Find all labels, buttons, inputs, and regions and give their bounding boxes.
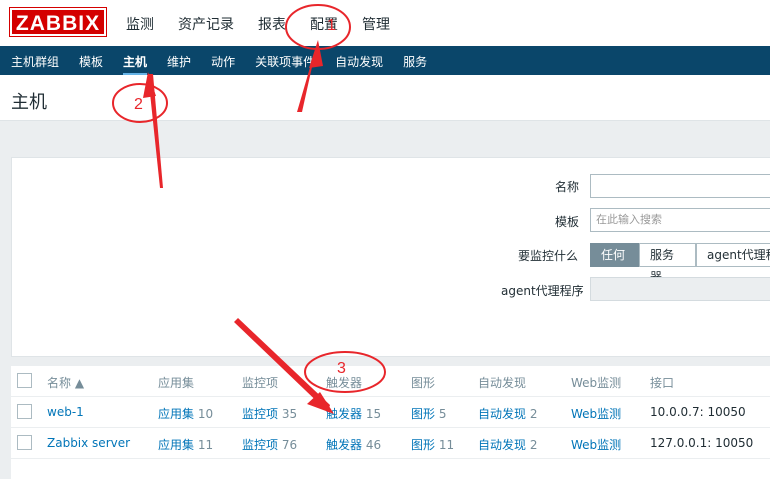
top-bar: ZABBIX 监测 资产记录 报表 配置 管理 bbox=[0, 0, 770, 46]
table-header-row: 名称 ▲ 应用集 监控项 触发器 图形 自动发现 Web监测 接口 bbox=[11, 366, 770, 397]
main-nav-administration[interactable]: 管理 bbox=[362, 14, 390, 34]
monitor-proxy-option[interactable]: agent代理程 bbox=[696, 243, 770, 267]
sub-nav-host-groups[interactable]: 主机群组 bbox=[11, 53, 59, 76]
monitor-server-option[interactable]: 服务器 bbox=[639, 243, 696, 284]
table-row: web-1 应用集 10 监控项 35 触发器 15 图形 5 自动发现 2 W… bbox=[11, 397, 770, 428]
sub-nav-services[interactable]: 服务 bbox=[403, 53, 427, 76]
discovery-count: 2 bbox=[529, 407, 538, 421]
items-link[interactable]: 监控项 bbox=[242, 407, 278, 421]
discovery-link[interactable]: 自动发现 bbox=[478, 407, 526, 421]
sub-nav-bar: 主机群组 模板 主机 维护 动作 关联项事件 自动发现 服务 bbox=[0, 46, 770, 76]
zabbix-logo[interactable]: ZABBIX bbox=[9, 7, 107, 37]
filter-name-input[interactable] bbox=[590, 174, 770, 198]
triggers-link[interactable]: 触发器 bbox=[326, 438, 362, 452]
graphs-count: 5 bbox=[438, 407, 447, 421]
triggers-count: 15 bbox=[365, 407, 382, 421]
col-triggers-header: 触发器 bbox=[326, 376, 363, 390]
discovery-link[interactable]: 自动发现 bbox=[478, 438, 526, 452]
filter-template-label: 模板 bbox=[555, 215, 580, 229]
col-discovery-header: 自动发现 bbox=[478, 376, 527, 390]
sub-nav: 主机群组 模板 主机 维护 动作 关联项事件 自动发现 服务 bbox=[11, 53, 447, 76]
row-checkbox[interactable] bbox=[17, 435, 32, 450]
filter-proxy-label: agent代理程序 bbox=[501, 284, 584, 298]
main-nav-monitoring[interactable]: 监测 bbox=[126, 14, 154, 34]
apps-link[interactable]: 应用集 bbox=[158, 438, 194, 452]
sub-nav-discovery[interactable]: 自动发现 bbox=[335, 53, 383, 76]
items-link[interactable]: 监控项 bbox=[242, 438, 278, 452]
main-nav-inventory[interactable]: 资产记录 bbox=[178, 14, 234, 34]
interface-value: 10.0.0.7: 10050 bbox=[650, 405, 746, 419]
col-apps-header: 应用集 bbox=[158, 376, 195, 390]
hosts-table: 名称 ▲ 应用集 监控项 触发器 图形 自动发现 Web监测 接口 web-1 … bbox=[11, 366, 770, 479]
row-checkbox[interactable] bbox=[17, 404, 32, 419]
graphs-count: 11 bbox=[438, 438, 455, 452]
filter-panel: 名称 模板 在此输入搜索 要监控什么 任何 服务器 agent代理程 agent… bbox=[11, 157, 770, 357]
graphs-link[interactable]: 图形 bbox=[411, 407, 435, 421]
col-interface-header: 接口 bbox=[650, 376, 675, 390]
col-web-header: Web监测 bbox=[571, 376, 622, 390]
web-link[interactable]: Web监测 bbox=[571, 436, 621, 453]
filter-monitor-label: 要监控什么 bbox=[518, 249, 579, 263]
filter-name-label: 名称 bbox=[555, 180, 580, 194]
items-count: 35 bbox=[281, 407, 298, 421]
sub-nav-maintenance[interactable]: 维护 bbox=[167, 53, 191, 76]
apps-link[interactable]: 应用集 bbox=[158, 407, 194, 421]
sub-nav-correlation[interactable]: 关联项事件 bbox=[255, 53, 315, 76]
interface-value: 127.0.0.1: 10050 bbox=[650, 436, 754, 450]
main-nav-configuration[interactable]: 配置 bbox=[310, 14, 338, 34]
select-all-checkbox[interactable] bbox=[17, 373, 32, 388]
triggers-count: 46 bbox=[365, 438, 382, 452]
apps-count: 11 bbox=[197, 438, 214, 452]
triggers-link[interactable]: 触发器 bbox=[326, 407, 362, 421]
col-items-header: 监控项 bbox=[242, 376, 279, 390]
host-name-link[interactable]: web-1 bbox=[47, 405, 84, 419]
sub-nav-templates[interactable]: 模板 bbox=[79, 53, 103, 76]
page-title: 主机 bbox=[11, 92, 47, 113]
filter-template-input[interactable]: 在此输入搜索 bbox=[590, 208, 770, 232]
discovery-count: 2 bbox=[529, 438, 538, 452]
sub-nav-hosts[interactable]: 主机 bbox=[123, 53, 148, 76]
filter-proxy-input[interactable] bbox=[590, 277, 770, 301]
monitor-any-option[interactable]: 任何 bbox=[590, 243, 639, 267]
col-graphs-header: 图形 bbox=[411, 376, 436, 390]
web-link[interactable]: Web监测 bbox=[571, 405, 621, 422]
page-header: 主机 bbox=[0, 75, 770, 121]
host-name-link[interactable]: Zabbix server bbox=[47, 436, 130, 450]
sub-nav-actions[interactable]: 动作 bbox=[211, 53, 235, 76]
apps-count: 10 bbox=[197, 407, 214, 421]
main-nav-reports[interactable]: 报表 bbox=[258, 14, 286, 34]
table-row: Zabbix server 应用集 11 监控项 76 触发器 46 图形 11… bbox=[11, 428, 770, 459]
main-nav: 监测 资产记录 报表 配置 管理 bbox=[126, 14, 414, 34]
graphs-link[interactable]: 图形 bbox=[411, 438, 435, 452]
col-name-header[interactable]: 名称 ▲ bbox=[47, 374, 84, 391]
items-count: 76 bbox=[281, 438, 298, 452]
